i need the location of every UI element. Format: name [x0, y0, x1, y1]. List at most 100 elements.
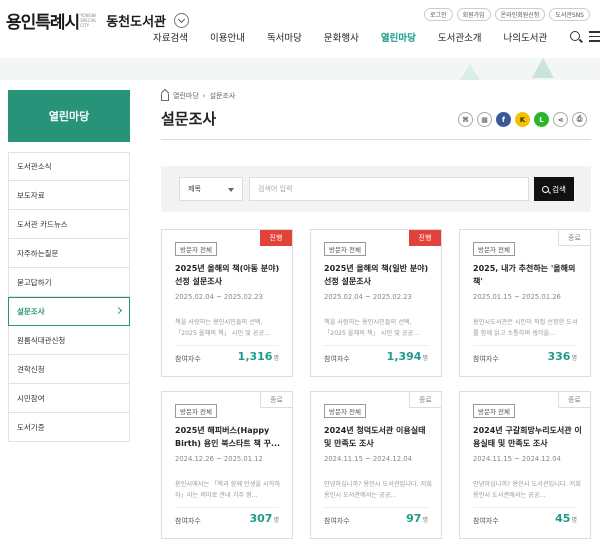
- nav-item-events[interactable]: 문화행사: [324, 30, 359, 44]
- qr-icon[interactable]: ▦: [477, 112, 492, 127]
- sidebar-item-rental[interactable]: 원룸식대관신청: [8, 326, 130, 355]
- participant-number: 1,316: [237, 350, 273, 363]
- card-divider: [175, 345, 279, 346]
- nav-item-reading[interactable]: 독서마당: [267, 30, 302, 44]
- chevron-right-icon: [114, 306, 123, 315]
- participant-label: 참여자수: [324, 355, 350, 363]
- survey-title[interactable]: 2024년 청덕도서관 이용실태 및 만족도 조사: [324, 424, 434, 450]
- breadcrumb: 열린마당 › 설문조사: [161, 91, 235, 101]
- participant-label: 참여자수: [175, 355, 201, 363]
- survey-card[interactable]: 종료방문자 전체 2025년 해피버스(Happy Birth) 용인 북스타트 …: [161, 391, 293, 539]
- survey-title[interactable]: 2025, 내가 추천하는 '올해의 책': [473, 262, 583, 288]
- kakaostory-icon[interactable]: K: [515, 112, 530, 127]
- nav-item-search[interactable]: 자료검색: [153, 30, 188, 44]
- participant-unit: 명: [571, 355, 577, 362]
- survey-period: 2024.11.15 ~ 2024.12.04: [473, 455, 561, 463]
- survey-description: 안녕하십니까? 용인시 도서관입니다. 저희 용인시 도서관에서는 공공...: [473, 481, 581, 499]
- join-link[interactable]: 회원가입: [456, 8, 491, 21]
- search-button-label: 검색: [552, 184, 566, 194]
- sidebar-title: 열린마당: [8, 90, 130, 142]
- nav-item-guide[interactable]: 이용안내: [210, 30, 245, 44]
- target-tag: 방문자 전체: [473, 242, 515, 256]
- nav-item-about[interactable]: 도서관소개: [438, 30, 482, 44]
- card-divider: [473, 507, 577, 508]
- status-badge: 종료: [558, 392, 590, 408]
- library-select-chevron-icon[interactable]: [174, 13, 190, 28]
- sidebar-item-donation[interactable]: 도서기증: [8, 413, 130, 442]
- line-icon[interactable]: L: [534, 112, 549, 127]
- sidebar-item-qna[interactable]: 묻고답하기: [8, 268, 130, 297]
- title-divider: [161, 139, 591, 140]
- survey-period: 2024.12.26 ~ 2025.01.12: [175, 455, 263, 463]
- survey-title[interactable]: 2024년 구갈희망누리도서관 이용실태 및 만족도 조사: [473, 424, 583, 450]
- survey-period: 2025.01.15 ~ 2025.01.26: [473, 293, 561, 301]
- target-tag: 방문자 전체: [175, 242, 217, 256]
- home-icon[interactable]: [161, 93, 169, 101]
- participant-unit: 명: [571, 517, 577, 524]
- sidebar-item-participation[interactable]: 시민참여: [8, 384, 130, 413]
- search-panel: 제목 검색어 입력 검색: [161, 166, 591, 212]
- participant-count: 1,316명: [238, 350, 279, 363]
- sidebar-item-survey[interactable]: 설문조사: [8, 297, 130, 326]
- participant-label: 참여자수: [473, 355, 499, 363]
- facebook-icon[interactable]: f: [496, 112, 511, 127]
- participant-unit: 명: [422, 355, 428, 362]
- target-tag: 방문자 전체: [324, 404, 366, 418]
- search-field-select[interactable]: 제목: [179, 177, 243, 201]
- page-title: 설문조사: [161, 110, 217, 128]
- sidebar-item-news[interactable]: 도서관소식: [8, 152, 130, 181]
- city-logo-subtext: YONGIN SPECIAL CITY: [80, 13, 97, 28]
- library-name: 동천도서관: [106, 15, 167, 30]
- target-tag: 방문자 전체: [175, 404, 217, 418]
- share-toolbar: ⌘ ▦ f K L ⋖ ⎙: [458, 112, 587, 127]
- participant-number: 307: [249, 512, 273, 525]
- sidebar-item-tour[interactable]: 견학신청: [8, 355, 130, 384]
- survey-period: 2025.02.04 ~ 2025.02.23: [324, 293, 412, 301]
- survey-title[interactable]: 2025년 올해의 책(일반 분야) 선정 설문조사: [324, 262, 434, 288]
- participant-count: 1,394명: [387, 350, 428, 363]
- print-icon[interactable]: ⎙: [572, 112, 587, 127]
- card-divider: [175, 507, 279, 508]
- sidebar-item-press[interactable]: 보도자료: [8, 181, 130, 210]
- card-divider: [324, 507, 428, 508]
- breadcrumb-item[interactable]: 열린마당: [173, 91, 199, 101]
- participant-unit: 명: [422, 517, 428, 524]
- breadcrumb-separator: ›: [202, 92, 206, 100]
- survey-period: 2025.02.04 ~ 2025.02.23: [175, 293, 263, 301]
- status-badge: 진행: [409, 230, 441, 246]
- status-badge: 진행: [260, 230, 292, 246]
- survey-description: 책을 사랑하는 용인시민들의 선택, 「2025 올해의 책」 시민 및 공공.…: [175, 319, 271, 337]
- login-link[interactable]: 로그인: [424, 8, 453, 21]
- survey-card[interactable]: 종료 방문자 전체 2024년 청덕도서관 이용실태 및 만족도 조사 2024.11…: [310, 391, 442, 539]
- sidebar-item-cardnews[interactable]: 도서관 카드뉴스: [8, 210, 130, 239]
- library-sns-link[interactable]: 도서관SNS: [549, 8, 590, 21]
- participant-unit: 명: [273, 517, 279, 524]
- survey-period: 2024.11.15 ~ 2024.12.04: [324, 455, 412, 463]
- menu-icon[interactable]: [589, 31, 600, 45]
- online-member-link[interactable]: 온라인회원신청: [494, 8, 546, 21]
- link-icon[interactable]: ⌘: [458, 112, 473, 127]
- survey-title[interactable]: 2025년 해피버스(Happy Birth) 용인 북스타트 책 꾸...: [175, 424, 285, 450]
- survey-card[interactable]: 진행방문자 전체 2025년 올해의 책(일반 분야) 선정 설문조사 2025.0…: [310, 229, 442, 377]
- search-input[interactable]: 검색어 입력: [249, 177, 529, 201]
- sidebar-item-faq[interactable]: 자주하는질문: [8, 239, 130, 268]
- breadcrumb-item[interactable]: 설문조사: [210, 91, 236, 101]
- status-badge: 종료: [260, 392, 292, 408]
- survey-card[interactable]: 종료방문자 전체 2024년 구갈희망누리도서관 이용실태 및 만족도 조사 202…: [459, 391, 591, 539]
- survey-title[interactable]: 2025년 올해의 책(아동 분야) 선정 설문조사: [175, 262, 285, 288]
- nav-item-open-forum[interactable]: 열린마당: [381, 30, 416, 44]
- target-tag: 방문자 전체: [324, 242, 366, 256]
- participant-number: 97: [406, 512, 422, 525]
- survey-description: 책을 사랑하는 용인시민들의 선택, 「2025 올해의 책」 시민 및 공공.…: [324, 319, 420, 337]
- search-icon[interactable]: [570, 31, 580, 41]
- nav-item-my-library[interactable]: 나의도서관: [504, 30, 548, 44]
- utility-links: 로그인 회원가입 온라인회원신청 도서관SNS: [424, 8, 590, 21]
- search-button[interactable]: 검색: [534, 177, 574, 201]
- share-icon[interactable]: ⋖: [553, 112, 568, 127]
- survey-card[interactable]: 진행방문자 전체 2025년 올해의 책(아동 분야) 선정 설문조사 2025.0…: [161, 229, 293, 377]
- target-tag: 방문자 전체: [473, 404, 515, 418]
- survey-card[interactable]: 종료 방문자 전체 2025, 내가 추천하는 '올해의 책' 2025.01.15 …: [459, 229, 591, 377]
- participant-label: 참여자수: [473, 517, 499, 525]
- sidebar: 도서관소식 보도자료 도서관 카드뉴스 자주하는질문 묻고답하기 설문조사 원룸…: [8, 152, 130, 442]
- participant-label: 참여자수: [324, 517, 350, 525]
